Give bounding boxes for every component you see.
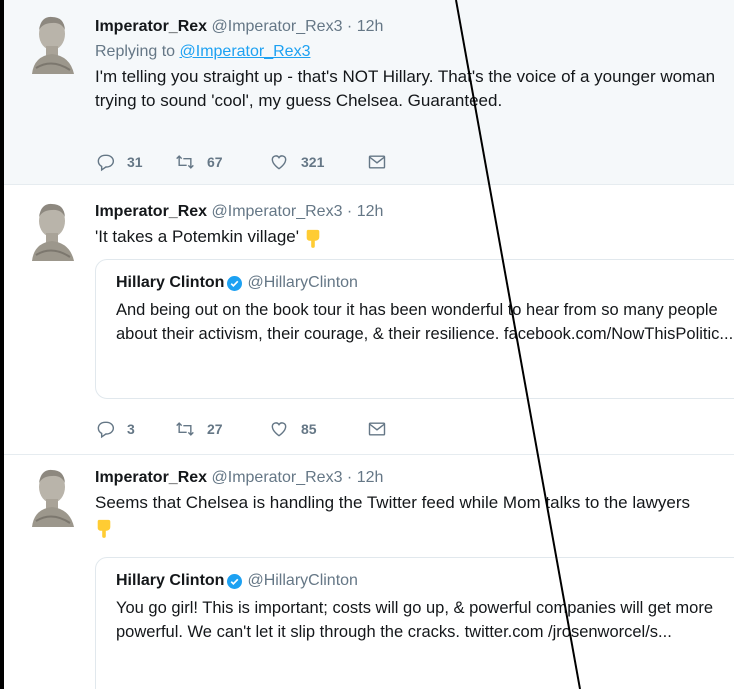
like-count: 85 bbox=[301, 421, 317, 437]
separator: · bbox=[346, 203, 353, 220]
avatar[interactable] bbox=[28, 465, 76, 527]
reply-to-link[interactable]: @Imperator_Rex3 bbox=[180, 43, 311, 60]
author-name[interactable]: Imperator_Rex bbox=[95, 203, 207, 220]
timestamp[interactable]: 12h bbox=[357, 18, 384, 35]
quoted-tweet[interactable]: Hillary Clinton @HillaryClinton And bein… bbox=[95, 259, 734, 399]
envelope-icon bbox=[368, 422, 386, 436]
quote-header: Hillary Clinton @HillaryClinton bbox=[116, 570, 734, 592]
tweet-header: Imperator_Rex @Imperator_Rex3 · 12h bbox=[95, 201, 734, 223]
separator: · bbox=[346, 18, 353, 35]
reply-count: 3 bbox=[127, 421, 135, 437]
author-handle[interactable]: @Imperator_Rex3 bbox=[212, 469, 343, 486]
avatar[interactable] bbox=[28, 12, 76, 74]
quote-header: Hillary Clinton @HillaryClinton bbox=[116, 272, 734, 294]
reply-icon bbox=[97, 421, 115, 439]
verified-badge-icon bbox=[227, 275, 243, 291]
tweet-header: Imperator_Rex @Imperator_Rex3 · 12h bbox=[95, 467, 734, 489]
verified-badge-icon bbox=[227, 573, 243, 589]
like-button[interactable]: 85 bbox=[269, 419, 367, 439]
avatar[interactable] bbox=[28, 199, 76, 261]
author-name[interactable]: Imperator_Rex bbox=[95, 18, 207, 35]
retweet-icon bbox=[176, 422, 194, 436]
quoted-tweet[interactable]: Hillary Clinton @HillaryClinton You go g… bbox=[95, 557, 734, 689]
retweet-button[interactable]: 67 bbox=[175, 152, 269, 172]
tweet-text-line: 'It takes a Potemkin village' bbox=[95, 225, 734, 249]
frame-border bbox=[0, 0, 4, 689]
tweet[interactable]: Imperator_Rex @Imperator_Rex3 · 12h Seem… bbox=[4, 455, 734, 689]
envelope-icon bbox=[368, 155, 386, 169]
quote-author-name: Hillary Clinton bbox=[116, 572, 225, 589]
timestamp[interactable]: 12h bbox=[357, 203, 384, 220]
retweet-button[interactable]: 27 bbox=[175, 419, 269, 439]
author-handle[interactable]: @Imperator_Rex3 bbox=[212, 18, 343, 35]
quote-text: You go girl! This is important; costs wi… bbox=[116, 599, 714, 641]
tweet-text: I'm telling you straight up - that's NOT… bbox=[95, 67, 716, 110]
quote-author-handle: @HillaryClinton bbox=[247, 274, 358, 291]
like-button[interactable]: 321 bbox=[269, 152, 367, 172]
tweet-text-block: Seems that Chelsea is handling the Twitt… bbox=[95, 491, 734, 539]
quote-author-name: Hillary Clinton bbox=[116, 274, 225, 291]
like-count: 321 bbox=[301, 154, 325, 170]
pointing-down-hand-emoji bbox=[97, 519, 111, 538]
tweet[interactable]: Imperator_Rex @Imperator_Rex3 · 12h 'It … bbox=[4, 185, 734, 455]
dm-button[interactable] bbox=[367, 419, 387, 439]
tweet-text: 'It takes a Potemkin village' bbox=[95, 227, 299, 246]
pointing-down-hand-emoji bbox=[306, 229, 320, 248]
tweet[interactable]: Imperator_Rex @Imperator_Rex3 · 12h Repl… bbox=[4, 0, 734, 185]
reply-count: 31 bbox=[127, 154, 143, 170]
retweet-count: 67 bbox=[207, 154, 223, 170]
reply-icon bbox=[97, 154, 115, 172]
author-handle[interactable]: @Imperator_Rex3 bbox=[212, 203, 343, 220]
retweet-count: 27 bbox=[207, 421, 223, 437]
timeline: Imperator_Rex @Imperator_Rex3 · 12h Repl… bbox=[0, 0, 734, 689]
tweet-text: Seems that Chelsea is handling the Twitt… bbox=[95, 493, 690, 512]
reply-button[interactable]: 31 bbox=[95, 152, 175, 172]
reply-context: Replying to @Imperator_Rex3 bbox=[95, 41, 734, 63]
heart-icon bbox=[271, 422, 287, 437]
dm-button[interactable] bbox=[367, 152, 387, 172]
reply-prefix: Replying to bbox=[95, 43, 176, 60]
reply-button[interactable]: 3 bbox=[95, 419, 175, 439]
separator: · bbox=[346, 469, 353, 486]
quote-author-handle: @HillaryClinton bbox=[247, 572, 358, 589]
tweet-actions: 31 67 321 bbox=[95, 152, 387, 172]
retweet-icon bbox=[176, 155, 194, 169]
author-name[interactable]: Imperator_Rex bbox=[95, 469, 207, 486]
timestamp[interactable]: 12h bbox=[357, 469, 384, 486]
heart-icon bbox=[271, 155, 287, 170]
quote-text: And being out on the book tour it has be… bbox=[116, 301, 734, 343]
tweet-header: Imperator_Rex @Imperator_Rex3 · 12h bbox=[95, 16, 734, 38]
tweet-actions: 3 27 85 bbox=[95, 419, 387, 439]
